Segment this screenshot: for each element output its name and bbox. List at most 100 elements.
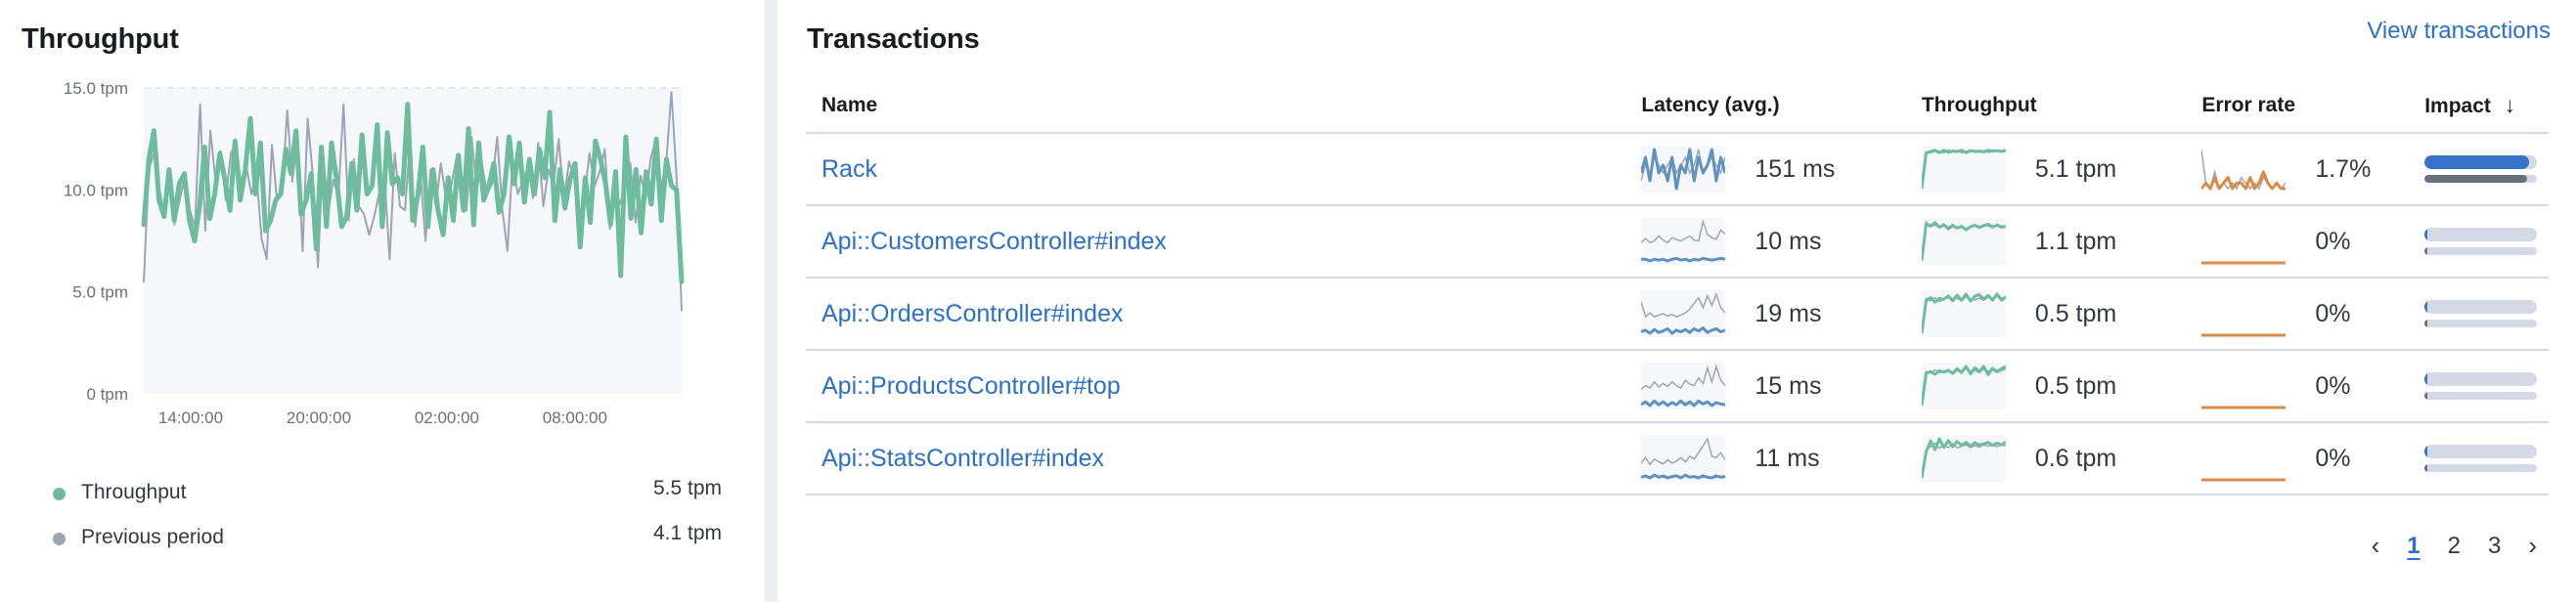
- latency-cell: 19 ms: [1641, 278, 1922, 351]
- plot-area: [144, 88, 682, 394]
- name-cell: Api::CustomersController#index: [806, 205, 1642, 279]
- legend-label: Throughput: [81, 481, 187, 503]
- transaction-row: Api::StatsController#index 11 ms 0.6 tpm…: [806, 422, 2549, 495]
- transaction-row: Rack 151 ms 5.1 tpm 1.7%: [806, 133, 2549, 206]
- sparkline-previous: [1641, 219, 1726, 244]
- pagination: ‹ 1 2 3 ›: [2358, 531, 2551, 561]
- legend-value: 5.5 tpm: [652, 477, 722, 499]
- throughput-value: 1.1 tpm: [2034, 227, 2117, 255]
- impact-current-bar: [2424, 445, 2538, 458]
- impact-current-fill: [2424, 300, 2427, 314]
- sparkline-previous: [1641, 364, 1726, 391]
- throughput-chart[interactable]: 0 tpm 5.0 tpm 10.0 tpm 15.0 tpm 14:00:00 20:…: [0, 59, 743, 430]
- throughput-sparkline: [1921, 363, 2006, 409]
- throughput-value: 0.5 tpm: [2034, 299, 2117, 327]
- latency-cell: 15 ms: [1641, 350, 1922, 423]
- error-rate-value: 0%: [2315, 444, 2351, 472]
- impact-current-bar: [2424, 155, 2538, 169]
- throughput-value: 0.5 tpm: [2034, 371, 2117, 400]
- throughput-cell: 0.5 tpm: [1921, 278, 2202, 351]
- latency-value: 151 ms: [1754, 154, 1836, 183]
- error-rate-cell: 0%: [2201, 205, 2425, 279]
- previous-period-legend-dot-icon: [53, 533, 66, 545]
- panel-divider: [765, 0, 777, 602]
- error-rate-value: 0%: [2315, 227, 2351, 255]
- x-tick-label: 08:00:00: [543, 408, 607, 427]
- x-axis: 14:00:00 20:00:00 02:00:00 08:00:00: [158, 408, 607, 427]
- impact-bars: [2424, 372, 2538, 400]
- latency-sparkline: [1641, 146, 1726, 193]
- error-rate-cell: 0%: [2201, 422, 2425, 495]
- error-rate-sparkline: [2201, 149, 2287, 191]
- sparkline-current: [1921, 292, 2006, 334]
- y-tick-label: 10.0 tpm: [64, 181, 128, 199]
- impact-previous-bar: [2424, 464, 2538, 472]
- error-rate-cell: 1.7%: [2201, 133, 2425, 206]
- transaction-name-link[interactable]: Api::CustomersController#index: [822, 228, 1167, 255]
- impact-bars: [2424, 300, 2538, 327]
- transaction-name-link[interactable]: Rack: [822, 155, 877, 183]
- impact-bars: [2424, 445, 2538, 472]
- latency-value: 19 ms: [1754, 299, 1822, 327]
- view-transactions-link[interactable]: View transactions: [2367, 18, 2551, 45]
- latency-sparkline: [1641, 290, 1726, 337]
- throughput-legend-dot-icon: [53, 488, 66, 500]
- throughput-sparkline: [1921, 435, 2006, 482]
- throughput-title: Throughput: [22, 23, 179, 55]
- legend-item-previous-period[interactable]: Previous period 4.1 tpm: [47, 522, 722, 553]
- throughput-sparkline: [1921, 290, 2006, 337]
- error-rate-cell: 0%: [2201, 350, 2425, 423]
- throughput-value: 5.1 tpm: [2034, 154, 2117, 183]
- impact-previous-fill: [2424, 247, 2427, 255]
- name-cell: Api::ProductsController#top: [806, 350, 1642, 423]
- impact-current-bar: [2424, 300, 2538, 314]
- name-cell: Api::OrdersController#index: [806, 278, 1642, 351]
- impact-current-bar: [2424, 372, 2538, 386]
- transaction-row: Api::OrdersController#index 19 ms 0.5 tp…: [806, 278, 2549, 351]
- sparkline-current: [1641, 148, 1726, 191]
- column-header-error-rate[interactable]: Error rate: [2201, 78, 2425, 134]
- x-tick-label: 14:00:00: [158, 408, 223, 427]
- legend-label: Previous period: [81, 526, 224, 548]
- next-page-icon[interactable]: ›: [2528, 531, 2537, 561]
- sparkline-current: [1641, 256, 1726, 263]
- impact-header-label: Impact: [2424, 94, 2491, 117]
- impact-previous-fill: [2424, 392, 2427, 400]
- transaction-name-link[interactable]: Api::ProductsController#top: [822, 372, 1121, 400]
- latency-value: 11 ms: [1754, 444, 1820, 472]
- throughput-cell: 0.5 tpm: [1921, 350, 2202, 423]
- legend-value: 4.1 tpm: [652, 522, 722, 544]
- legend-item-throughput[interactable]: Throughput 5.5 tpm: [47, 477, 722, 508]
- impact-bars: [2424, 155, 2538, 183]
- sparkline-previous: [1641, 437, 1726, 466]
- impact-cell: [2424, 205, 2549, 279]
- impact-current-fill: [2424, 445, 2427, 458]
- impact-current-bar: [2424, 228, 2538, 241]
- page-1-button[interactable]: 1: [2407, 533, 2420, 560]
- throughput-sparkline: [1921, 218, 2006, 265]
- previous-page-icon[interactable]: ‹: [2372, 531, 2380, 561]
- sparkline-previous: [1921, 149, 2006, 190]
- transaction-name-link[interactable]: Api::StatsController#index: [822, 445, 1104, 472]
- column-header-impact[interactable]: Impact ↓: [2424, 78, 2549, 134]
- column-header-name[interactable]: Name: [806, 78, 1642, 134]
- page-3-button[interactable]: 3: [2488, 533, 2501, 560]
- transaction-row: Api::CustomersController#index 10 ms 1.1…: [806, 205, 2549, 279]
- throughput-cell: 5.1 tpm: [1921, 133, 2202, 206]
- latency-value: 15 ms: [1754, 371, 1822, 400]
- throughput-cell: 1.1 tpm: [1921, 205, 2202, 279]
- impact-previous-fill: [2424, 464, 2427, 472]
- impact-previous-bar: [2424, 247, 2538, 255]
- error-rate-value: 0%: [2315, 371, 2351, 400]
- transaction-name-link[interactable]: Api::OrdersController#index: [822, 300, 1123, 327]
- transactions-title: Transactions: [807, 23, 980, 55]
- latency-sparkline: [1641, 435, 1726, 482]
- impact-current-fill: [2424, 155, 2530, 169]
- column-header-latency[interactable]: Latency (avg.): [1641, 78, 1922, 134]
- sort-descending-icon: ↓: [2504, 92, 2515, 117]
- throughput-cell: 0.6 tpm: [1921, 422, 2202, 495]
- error-rate-sparkline: [2201, 261, 2287, 265]
- sparkline-current: [1921, 437, 2006, 479]
- page-2-button[interactable]: 2: [2448, 533, 2461, 560]
- column-header-throughput[interactable]: Throughput: [1921, 78, 2202, 134]
